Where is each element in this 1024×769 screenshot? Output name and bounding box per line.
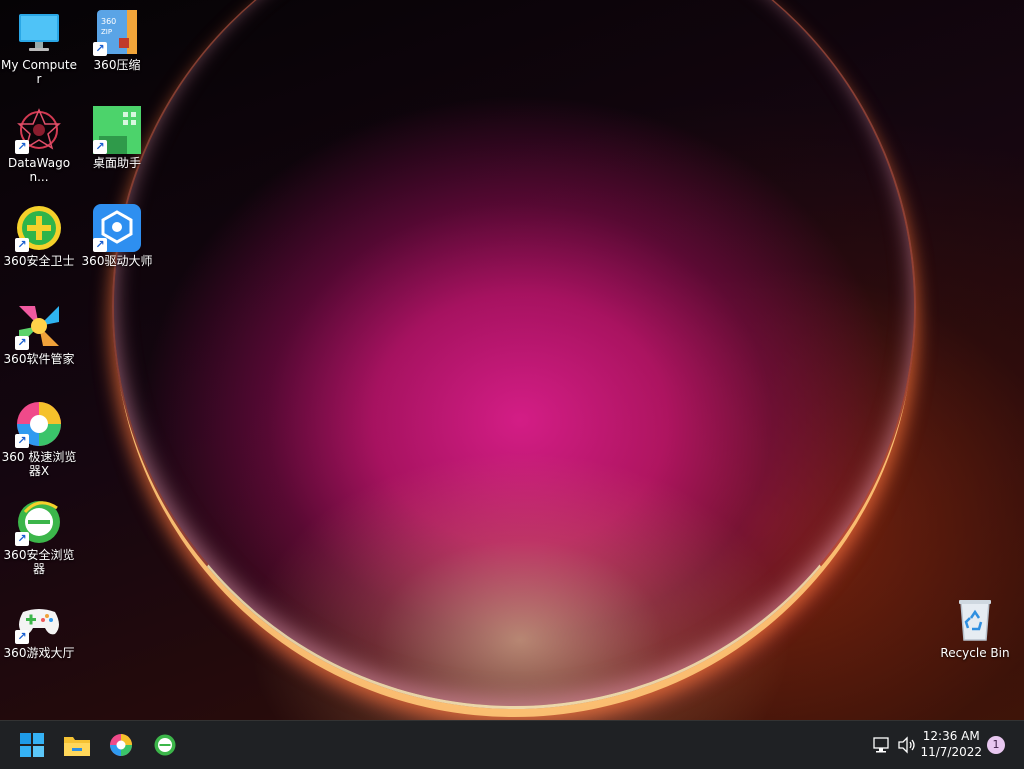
shortcut-arrow-icon: ↗ <box>93 238 107 252</box>
datawagon-icon: ↗ <box>15 106 63 154</box>
icon-label: 360游戏大厅 <box>3 646 75 660</box>
shortcut-arrow-icon: ↗ <box>15 140 29 154</box>
360-game-hall-icon: ↗ <box>15 596 63 644</box>
desktop-icon-datawagon[interactable]: ↗ DataWagon... <box>0 106 78 184</box>
360-software-manager-icon: ↗ <box>15 302 63 350</box>
icon-label: 桌面助手 <box>92 156 141 170</box>
desktop-icon-360-safe-guard[interactable]: ↗ 360安全卫士 <box>0 204 78 268</box>
icon-label: 360安全浏览器 <box>3 548 75 576</box>
shortcut-arrow-icon: ↗ <box>15 630 29 644</box>
clock-time: 12:36 AM <box>922 729 980 743</box>
zip-archive-icon: 360 ZIP ↗ <box>93 8 141 56</box>
icon-label: Recycle Bin <box>940 646 1010 660</box>
shortcut-arrow-icon: ↗ <box>93 42 107 56</box>
svg-text:ZIP: ZIP <box>101 28 112 36</box>
clock-date: 11/7/2022 <box>920 745 982 759</box>
360-safe-browser-icon: ↗ <box>15 498 63 546</box>
wallpaper-ring <box>112 0 916 709</box>
desktop-icon-360-safe-browser[interactable]: ↗ 360安全浏览器 <box>0 498 78 576</box>
desktop-icon-360zip[interactable]: 360 ZIP ↗ 360压缩 <box>78 8 156 72</box>
icon-label: 360驱动大师 <box>81 254 153 268</box>
shortcut-arrow-icon: ↗ <box>15 238 29 252</box>
network-icon[interactable] <box>872 735 892 755</box>
360-driver-master-icon: ↗ <box>93 204 141 252</box>
file-explorer-icon <box>64 737 90 756</box>
desktop-helper-icon: ↗ <box>93 106 141 154</box>
shortcut-arrow-icon: ↗ <box>15 336 29 350</box>
desktop-icon-recycle-bin[interactable]: Recycle Bin <box>936 596 1014 660</box>
icon-label: 360 极速浏览器X <box>1 450 77 478</box>
taskbar-file-explorer[interactable] <box>61 729 93 761</box>
360-safe-guard-icon: ↗ <box>15 204 63 252</box>
desktop-icon-360-speed-browser[interactable]: ↗ 360 极速浏览器X <box>0 400 78 478</box>
notification-badge[interactable]: 1 <box>987 736 1005 754</box>
icon-label: DataWagon... <box>7 156 71 184</box>
shortcut-arrow-icon: ↗ <box>15 434 29 448</box>
taskbar-360-safe-browser[interactable] <box>149 729 181 761</box>
monitor-icon <box>15 8 63 56</box>
shortcut-arrow-icon: ↗ <box>15 532 29 546</box>
desktop-icon-my-computer[interactable]: My Computer <box>0 8 78 86</box>
360-speed-browser-icon <box>110 734 132 756</box>
360-safe-browser-icon <box>154 734 176 756</box>
desktop-icon-360-driver-master[interactable]: ↗ 360驱动大师 <box>78 204 156 268</box>
desktop[interactable]: My Computer 360 ZIP ↗ 360压缩 ↗ DataWagon.… <box>0 0 1024 720</box>
recycle-bin-icon <box>951 596 999 644</box>
volume-icon[interactable] <box>897 735 917 755</box>
start-icon <box>20 733 44 757</box>
taskbar: 12:36 AM 11/7/2022 1 <box>0 720 1024 769</box>
taskbar-360-speed-browser[interactable] <box>105 729 137 761</box>
shortcut-arrow-icon: ↗ <box>93 140 107 154</box>
desktop-icon-desktop-helper[interactable]: ↗ 桌面助手 <box>78 106 156 170</box>
360-speed-browser-icon: ↗ <box>15 400 63 448</box>
start-button[interactable] <box>16 729 48 761</box>
icon-label: 360软件管家 <box>3 352 75 366</box>
icon-label: My Computer <box>1 58 77 86</box>
desktop-icon-360-software-manager[interactable]: ↗ 360软件管家 <box>0 302 78 366</box>
desktop-icon-360-game-hall[interactable]: ↗ 360游戏大厅 <box>0 596 78 660</box>
icon-label: 360安全卫士 <box>3 254 75 268</box>
svg-text:360: 360 <box>101 17 116 26</box>
icon-label: 360压缩 <box>93 58 141 72</box>
taskbar-clock[interactable]: 12:36 AM 11/7/2022 <box>920 728 982 760</box>
